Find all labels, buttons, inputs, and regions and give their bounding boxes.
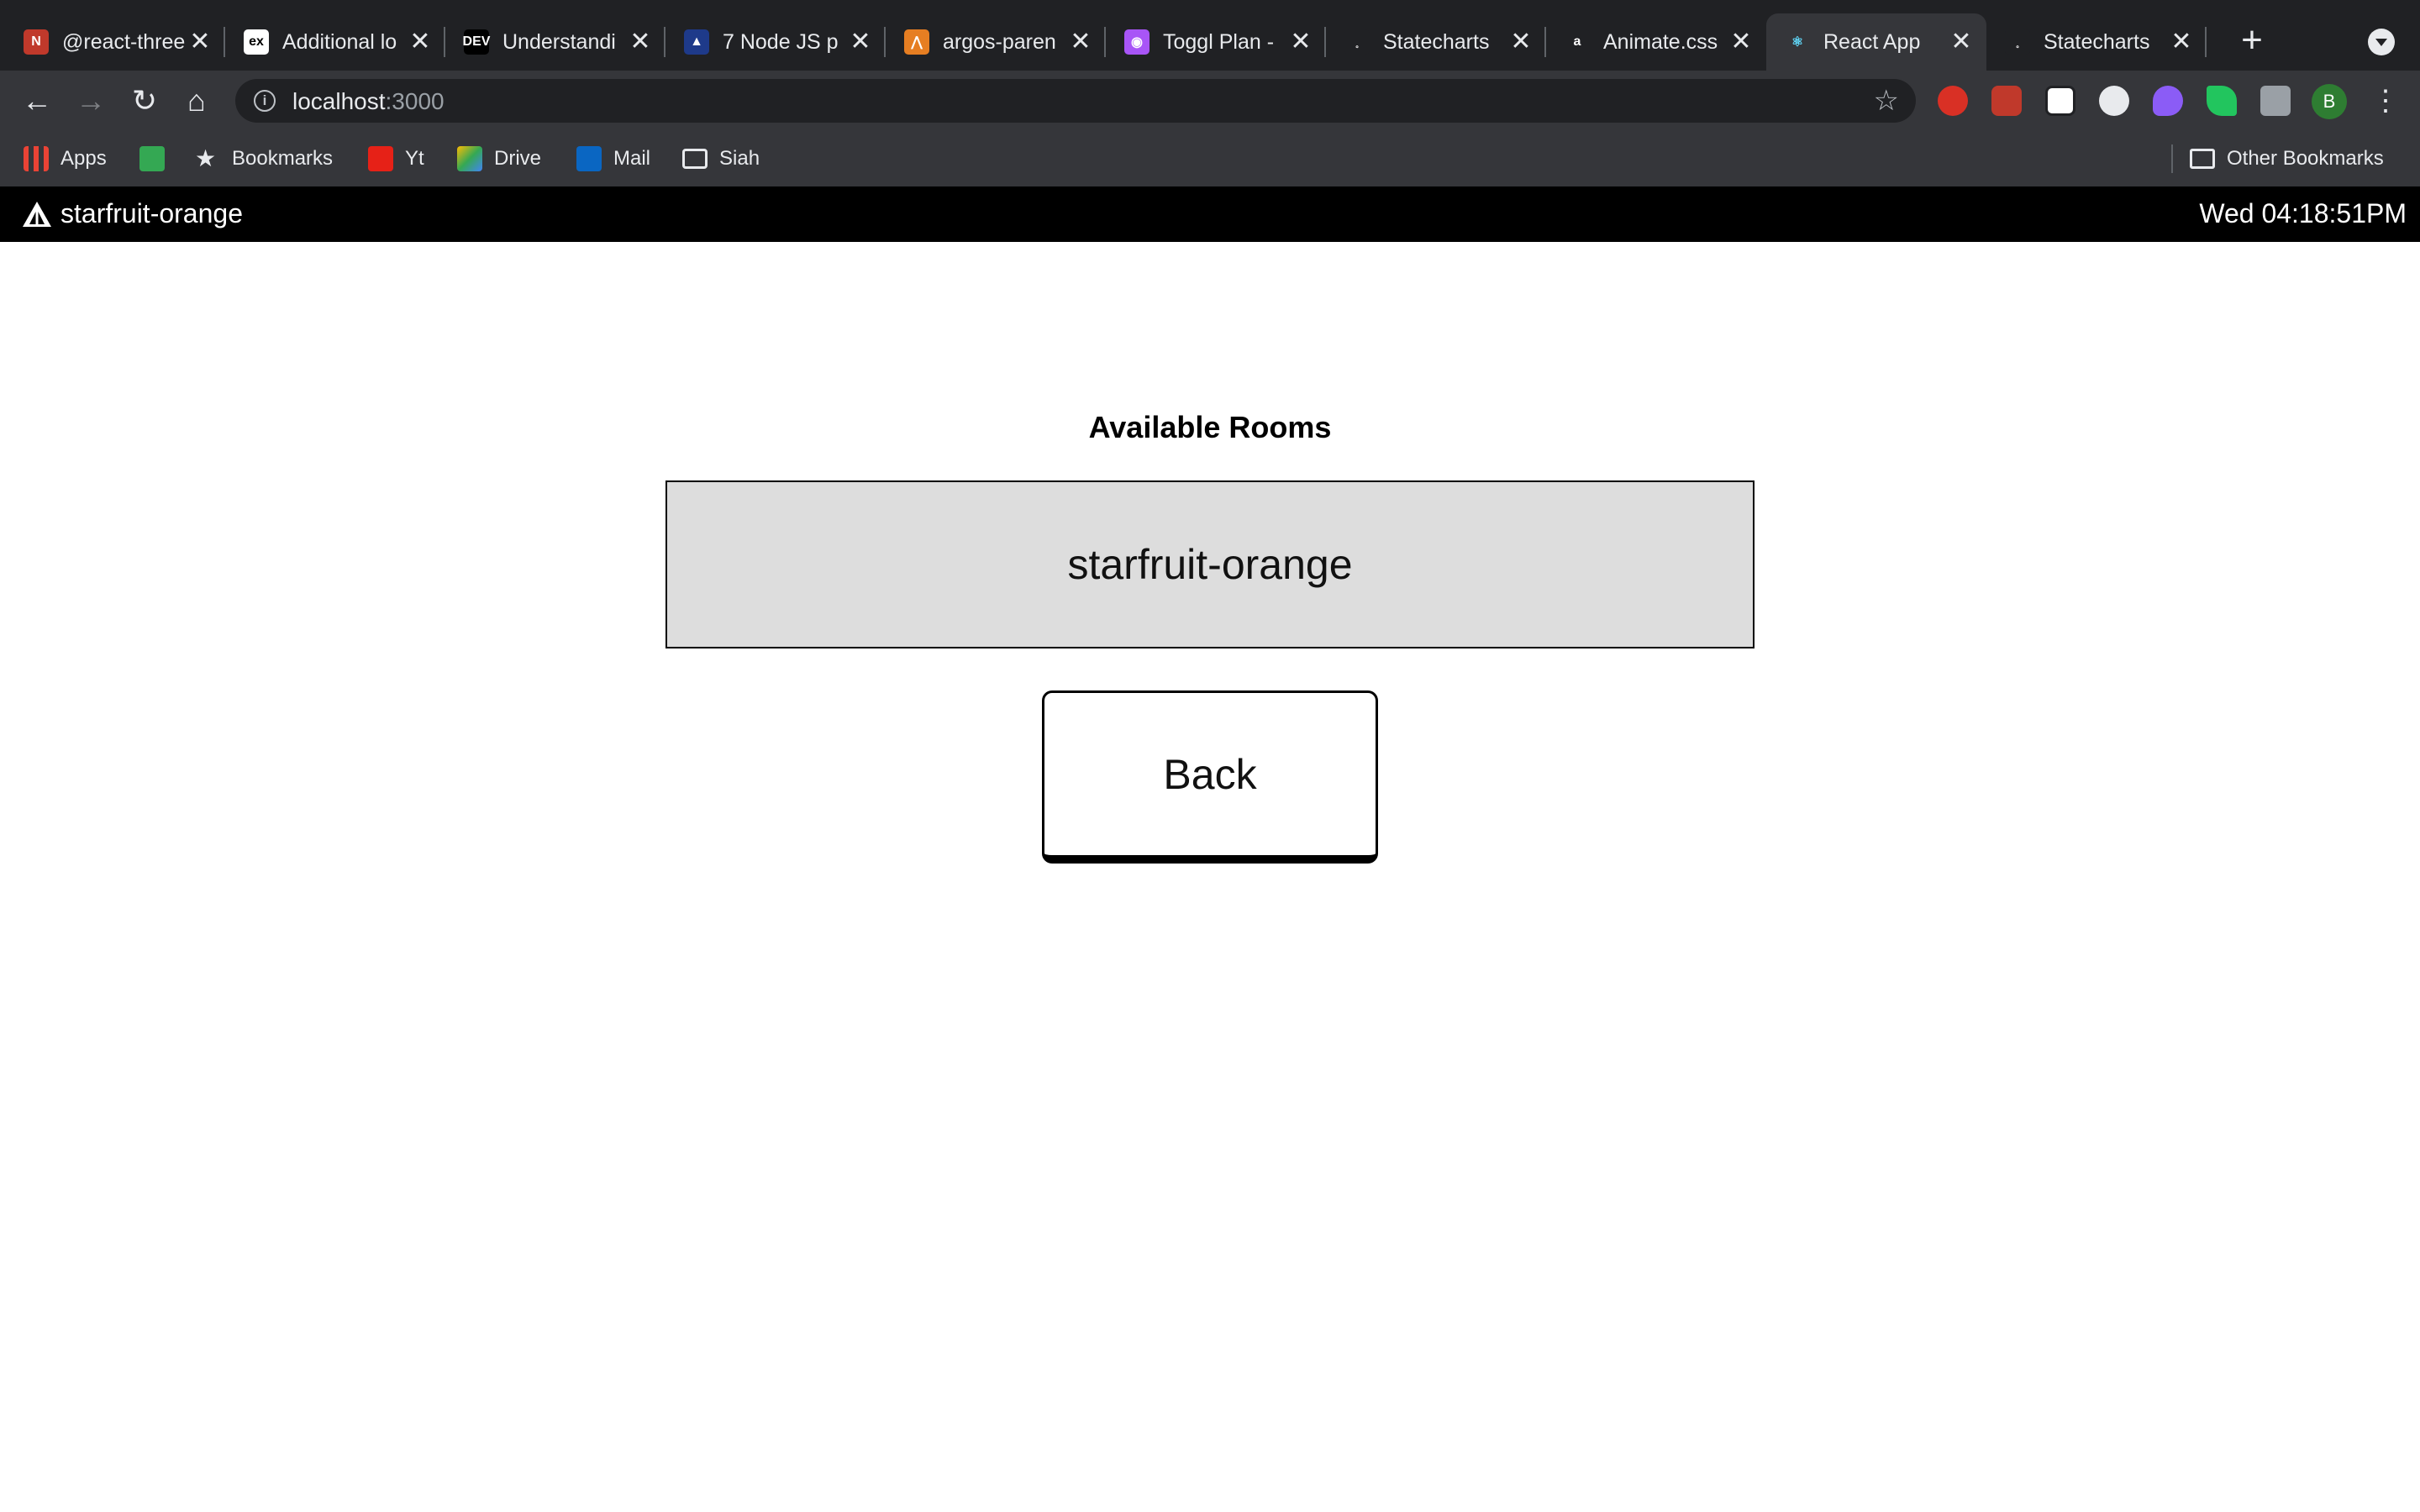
bookmark-label: Siah <box>719 147 760 170</box>
browser-tab[interactable]: DEV Understandi ✕ <box>445 13 666 71</box>
green-extension-icon[interactable] <box>2207 86 2237 116</box>
back-arrow-icon[interactable]: ← <box>18 82 55 119</box>
browser-tab[interactable]: ▲ 7 Node JS p ✕ <box>666 13 886 71</box>
bookmark-item[interactable]: Mail <box>576 143 650 175</box>
circle-extension-icon[interactable] <box>2099 86 2129 116</box>
tab-close-icon[interactable]: ✕ <box>1509 29 1533 55</box>
tab-divider <box>2205 27 2207 57</box>
bookmark-label: Drive <box>494 147 542 170</box>
folder-icon <box>682 149 708 169</box>
apps-grid-icon <box>24 146 49 171</box>
bookmark-star-icon[interactable]: ☆ <box>1874 84 1899 118</box>
url-text[interactable]: localhost:3000 <box>292 88 445 115</box>
browser-tab[interactable]: ⚛ React App ✕ <box>1766 13 1986 71</box>
tab-title: Understandi <box>502 29 616 54</box>
bookmarks-bar: Apps ★ Bookmarks Yt Drive Mail Siah Other Book… <box>0 131 2420 186</box>
back-button[interactable]: Back <box>1042 690 1378 864</box>
toggl-icon: ◉ <box>1124 29 1150 55</box>
tab-title: React App <box>1823 29 1921 54</box>
reload-icon[interactable]: ↻ <box>126 82 163 119</box>
statecharts-icon: ˳ <box>1344 29 1370 55</box>
sheets-icon <box>139 146 165 171</box>
bookmark-label: Bookmarks <box>232 147 334 170</box>
tab-close-icon[interactable]: ✕ <box>1729 29 1753 55</box>
browser-tab[interactable]: ex Additional lo ✕ <box>225 13 445 71</box>
browser-tab[interactable]: N @react-three ✕ <box>5 13 225 71</box>
react-icon: ⚛ <box>1785 29 1810 55</box>
notion-extension-icon[interactable] <box>2045 86 2075 116</box>
n-icon: N <box>24 29 49 55</box>
browser-toolbar: ← → ↻ ⌂ i localhost:3000 ☆ B ⋮ <box>0 71 2420 131</box>
bookmark-item[interactable] <box>139 143 176 175</box>
address-bar[interactable]: i localhost:3000 ☆ <box>235 79 1916 123</box>
dev-icon: DEV <box>463 29 490 55</box>
bookmark-item[interactable]: Yt <box>368 143 424 175</box>
purple-extension-icon[interactable] <box>2153 86 2183 116</box>
tab-title: Toggl Plan - <box>1163 29 1275 54</box>
tab-title: Additional lo <box>282 29 397 54</box>
bookmark-item[interactable]: Apps <box>24 143 107 175</box>
tab-close-icon[interactable]: ✕ <box>2170 29 2193 55</box>
book-extension-icon[interactable] <box>1991 86 2022 116</box>
tab-close-icon[interactable]: ✕ <box>188 29 212 55</box>
adblock-extension-icon[interactable] <box>1938 86 1968 116</box>
other-bookmarks[interactable]: Other Bookmarks <box>2190 143 2384 175</box>
tab-close-icon[interactable]: ✕ <box>849 29 872 55</box>
page-title: Available Rooms <box>1088 410 1332 444</box>
tab-title: 7 Node JS p <box>723 29 839 54</box>
puzzle-extensions-icon[interactable] <box>2260 86 2291 116</box>
site-info-icon[interactable]: i <box>254 90 276 112</box>
browser-menu-icon[interactable]: ⋮ <box>2371 84 2400 118</box>
bookmark-item[interactable]: Drive <box>457 143 541 175</box>
current-room-name: starfruit-orange <box>60 198 243 228</box>
youtube-icon <box>368 146 393 171</box>
statecharts-icon: ˳ <box>2005 29 2030 55</box>
bookmarks-divider <box>2171 144 2173 173</box>
animate-icon: a <box>1565 29 1590 55</box>
tab-title: Statecharts <box>1383 29 1490 54</box>
browser-tab[interactable]: ◉ Toggl Plan - ✕ <box>1106 13 1326 71</box>
new-tab-button[interactable]: + <box>2235 22 2269 59</box>
clock: Wed 04:18:51PM <box>2199 198 2407 228</box>
tab-title: argos-paren <box>943 29 1056 54</box>
bookmark-item[interactable]: ★ Bookmarks <box>195 143 333 175</box>
browser-tab-strip: N @react-three ✕ ex Additional lo ✕ DEV Underst… <box>0 0 2420 71</box>
bookmark-label: Yt <box>405 147 424 170</box>
bookmark-item[interactable]: Siah <box>682 143 760 175</box>
drive-icon <box>457 146 482 171</box>
tab-title: Animate.css <box>1603 29 1718 54</box>
browser-tab[interactable]: ⋀ argos-paren ✕ <box>886 13 1106 71</box>
app-header: starfruit-orange Wed 04:18:51PM <box>0 186 2420 242</box>
tab-close-icon[interactable]: ✕ <box>629 29 652 55</box>
tab-title: @react-three <box>62 29 185 54</box>
outlook-icon <box>576 146 602 171</box>
bookmark-label: Mail <box>613 147 651 170</box>
tab-title: Statecharts <box>2044 29 2150 54</box>
ship-logo-icon <box>23 202 51 227</box>
tab-close-icon[interactable]: ✕ <box>1069 29 1092 55</box>
graduation-cap-icon: ▲ <box>684 29 709 55</box>
folder-icon <box>2190 149 2215 169</box>
tab-search-icon[interactable] <box>2368 29 2395 55</box>
profile-avatar[interactable]: B <box>2312 84 2347 119</box>
tab-close-icon[interactable]: ✕ <box>408 29 432 55</box>
home-icon[interactable]: ⌂ <box>178 82 215 119</box>
bookmark-label: Apps <box>60 147 107 170</box>
room-item[interactable]: starfruit-orange <box>666 480 1754 648</box>
browser-tab[interactable]: ˳ Statecharts ✕ <box>1326 13 1546 71</box>
argos-icon: ⋀ <box>904 29 929 55</box>
tab-close-icon[interactable]: ✕ <box>1949 29 1973 55</box>
browser-tab[interactable]: ˳ Statecharts ✕ <box>1986 13 2207 71</box>
browser-tab[interactable]: a Animate.css ✕ <box>1546 13 1766 71</box>
forward-arrow-icon[interactable]: → <box>72 82 109 119</box>
ex-icon: ex <box>244 29 269 55</box>
tab-close-icon[interactable]: ✕ <box>1289 29 1313 55</box>
star-icon: ★ <box>195 145 217 171</box>
